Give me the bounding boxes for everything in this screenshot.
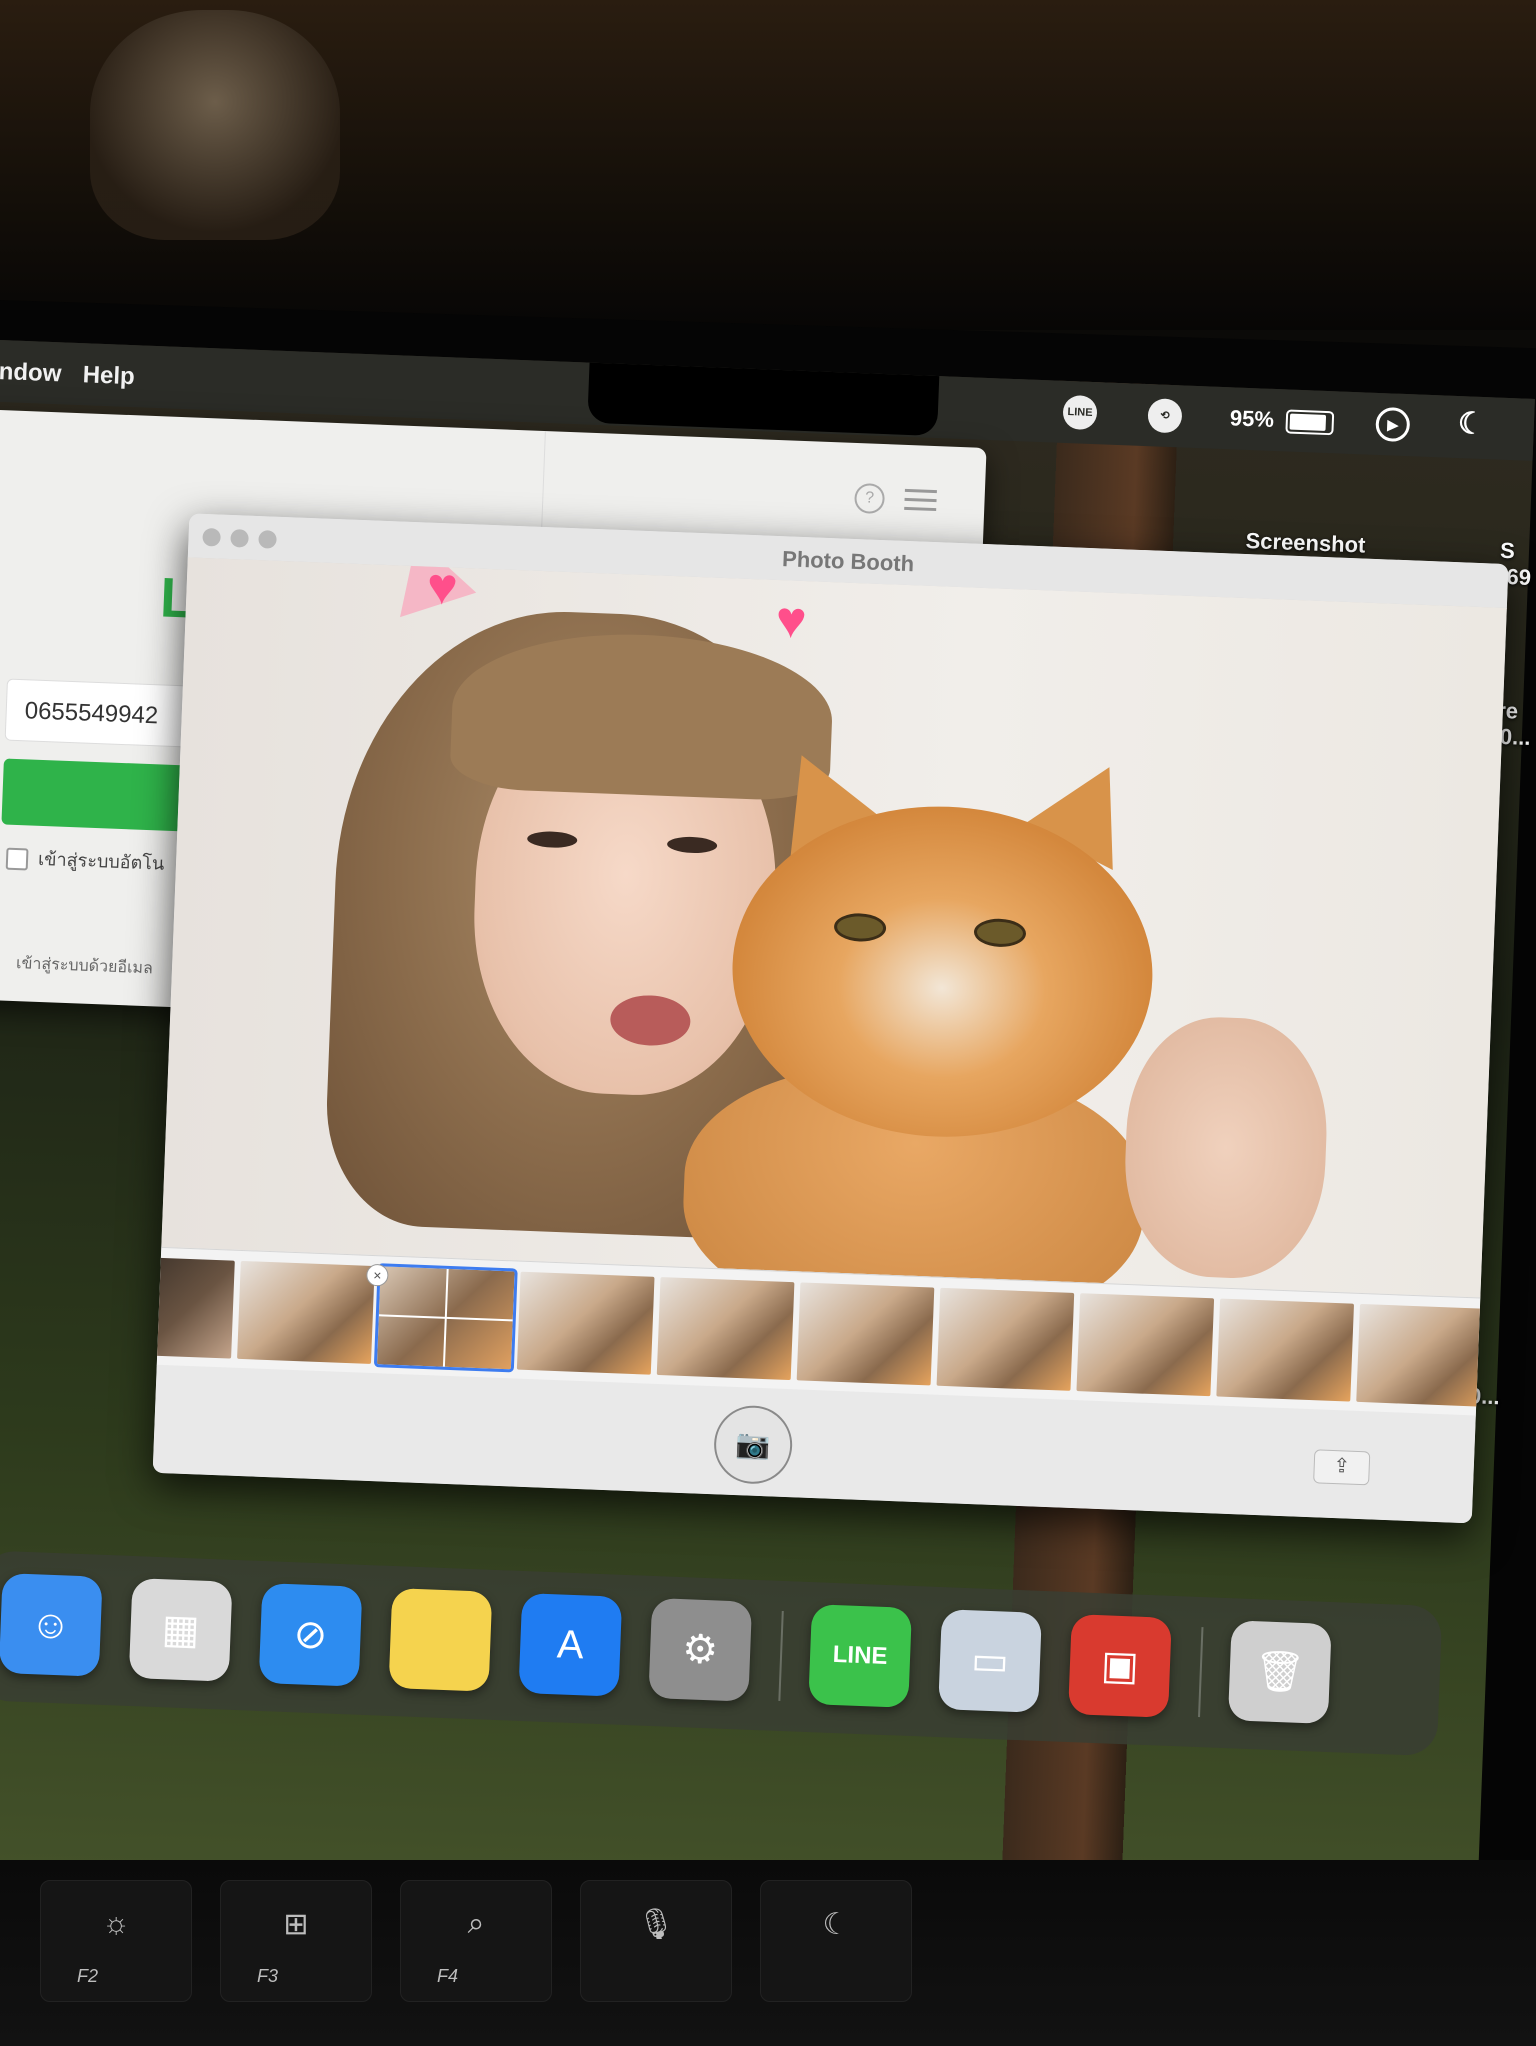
focus-moon-icon[interactable]: ☾ <box>1457 406 1485 442</box>
photo-booth-icon[interactable]: ▣ <box>1068 1614 1172 1718</box>
filmstrip-thumbnail[interactable] <box>936 1287 1075 1391</box>
filmstrip-thumbnail[interactable] <box>656 1277 795 1381</box>
person-hand <box>1120 1013 1331 1282</box>
email-login-link[interactable]: เข้าสู่ระบบด้วยอีเมล <box>16 951 154 981</box>
auto-login-checkbox[interactable] <box>5 847 29 871</box>
keyboard-function-row: ☼ F2 ⊞ F3 ⌕ F4 🎙 ☾ <box>0 1860 1536 2046</box>
function-key[interactable]: ☼ F2 <box>40 1880 192 2002</box>
auto-login-label: เข้าสู่ระบบอัตโน <box>37 848 165 874</box>
filmstrip-thumbnail[interactable] <box>152 1255 235 1359</box>
function-key-icon: 🎙 <box>636 1908 676 1941</box>
safari-icon[interactable]: ⊘ <box>258 1582 363 1687</box>
launchpad-icon[interactable]: ▦ <box>128 1578 233 1682</box>
camera-notch <box>587 362 940 437</box>
finder-icon[interactable]: ☺ <box>0 1573 103 1677</box>
background-room <box>0 0 1536 330</box>
battery-percent: 95% <box>1229 405 1275 432</box>
dock-separator <box>1198 1627 1204 1718</box>
filmstrip-thumbnail[interactable] <box>516 1271 655 1375</box>
filmstrip-thumbnail-selected[interactable] <box>373 1263 518 1373</box>
function-key[interactable]: ⊞ F3 <box>220 1880 372 2002</box>
filmstrip-thumbnail[interactable] <box>796 1282 935 1386</box>
trash-icon[interactable]: 🗑 <box>1227 1620 1332 1724</box>
function-key-label: F3 <box>257 1966 279 1986</box>
line-status-icon[interactable]: LINE <box>1062 394 1098 431</box>
menu-window[interactable]: ndow <box>0 358 62 388</box>
share-button[interactable]: ⇪ <box>1313 1449 1371 1486</box>
hamburger-menu-icon[interactable] <box>904 488 937 517</box>
preview-icon[interactable]: ▭ <box>938 1609 1042 1713</box>
help-icon[interactable]: ? <box>853 482 886 515</box>
battery-icon[interactable] <box>1285 409 1335 436</box>
notes-icon[interactable] <box>388 1587 493 1692</box>
camera-preview: ♥ ♥ <box>161 557 1507 1298</box>
sync-status-icon[interactable]: ⟲ <box>1147 398 1183 434</box>
screen: ndow Help LINE ⟲ 95% ▶ ☾ Screenshot 2569… <box>0 340 1535 1938</box>
filmstrip-thumbnail[interactable] <box>1216 1298 1355 1402</box>
app-store-icon[interactable]: A <box>518 1592 623 1697</box>
figurine-decoration <box>90 10 340 240</box>
take-photo-button[interactable]: 📷 <box>712 1404 794 1486</box>
function-key-icon: ☾ <box>822 1908 850 1941</box>
system-settings-icon[interactable]: ⚙ <box>648 1597 753 1702</box>
desktop-file-name: S <box>1499 537 1516 564</box>
dock-separator <box>778 1610 784 1701</box>
menu-help[interactable]: Help <box>82 361 135 391</box>
battery-level-fill <box>1289 413 1327 431</box>
function-key-label: F4 <box>437 1966 459 1986</box>
function-key[interactable]: ⌕ F4 <box>400 1880 552 2002</box>
filter-heart-icon: ♥ <box>774 591 808 651</box>
photo-booth-window: Photo Booth ♥ ♥ × 📷 ⇪ <box>152 513 1509 1524</box>
function-key[interactable]: 🎙 <box>580 1880 732 2002</box>
auto-login-row[interactable]: เข้าสู่ระบบอัตโน <box>5 843 165 878</box>
media-control-icon[interactable]: ▶ <box>1375 406 1411 443</box>
function-key-icon: ⊞ <box>283 1908 309 1941</box>
line-app-icon[interactable]: LINE <box>808 1604 912 1708</box>
share-icon: ⇪ <box>1332 1455 1351 1478</box>
function-key-icon: ☼ <box>102 1907 130 1940</box>
filmstrip-thumbnail[interactable] <box>1356 1303 1494 1407</box>
function-key[interactable]: ☾ <box>760 1880 912 2002</box>
filmstrip-thumbnail[interactable] <box>237 1260 375 1364</box>
function-key-icon: ⌕ <box>467 1907 485 1940</box>
function-key-label: F2 <box>77 1966 99 1986</box>
filmstrip-thumbnail[interactable] <box>1076 1293 1215 1397</box>
camera-icon: 📷 <box>735 1428 772 1461</box>
